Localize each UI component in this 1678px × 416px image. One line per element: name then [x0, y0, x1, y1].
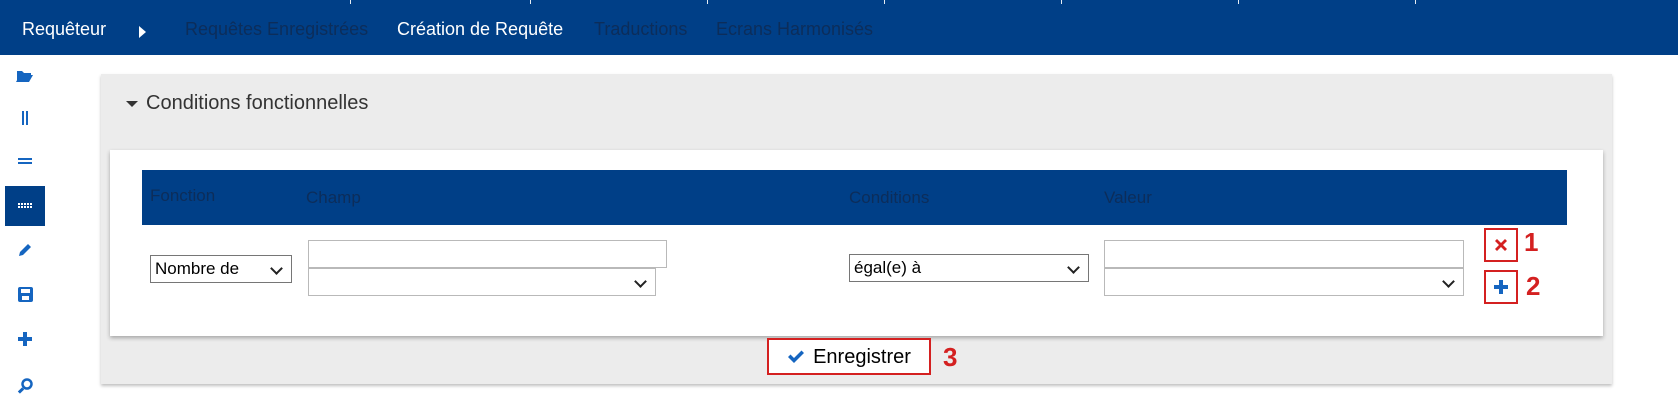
- rows-icon[interactable]: [5, 141, 45, 181]
- valeur-text-input[interactable]: [1104, 240, 1464, 268]
- plus-icon: [1494, 280, 1508, 294]
- save-button-label: Enregistrer: [813, 345, 911, 368]
- app-root: Requêteur Requêtes Enregistrées Création…: [0, 0, 1678, 416]
- plus-icon[interactable]: [5, 319, 45, 359]
- top-nav: Requêteur Requêtes Enregistrées Création…: [0, 0, 1678, 55]
- grid-icon[interactable]: [5, 186, 45, 226]
- header-fonction: Fonction: [150, 186, 216, 205]
- columns-icon[interactable]: [5, 98, 45, 138]
- champ-text-input[interactable]: [308, 240, 667, 268]
- close-icon: [1495, 239, 1507, 251]
- nav-item-harmonized-screens[interactable]: Ecrans Harmonisés: [716, 18, 873, 40]
- nav-brand[interactable]: Requêteur: [22, 18, 106, 40]
- delete-condition-button[interactable]: [1484, 228, 1518, 262]
- caret-down-icon[interactable]: [126, 101, 138, 107]
- header-conditions: Conditions: [849, 188, 930, 207]
- condition-select[interactable]: égal(e) à: [849, 254, 1089, 282]
- folder-open-icon[interactable]: [5, 56, 45, 96]
- nav-item-create-query[interactable]: Création de Requête: [397, 18, 563, 40]
- nav-item-saved-queries[interactable]: Requêtes Enregistrées: [185, 18, 368, 40]
- conditions-table-header: Fonction Champ Conditions Valeur: [142, 170, 1567, 225]
- search-icon[interactable]: [5, 366, 45, 406]
- fonction-select[interactable]: Nombre de: [150, 255, 292, 283]
- valeur-select[interactable]: [1104, 268, 1464, 296]
- nav-item-translations[interactable]: Traductions: [594, 18, 687, 40]
- pencil-icon[interactable]: [5, 230, 45, 270]
- sidebar: [0, 55, 48, 416]
- conditions-card: Fonction Champ Conditions Valeur Nombre …: [110, 150, 1603, 336]
- callout-1: 1: [1524, 227, 1539, 257]
- callout-3: 3: [943, 342, 958, 372]
- header-valeur: Valeur: [1104, 188, 1152, 207]
- champ-select[interactable]: [308, 268, 656, 296]
- panel-header[interactable]: Conditions fonctionnelles: [101, 74, 1612, 150]
- panel-title: Conditions fonctionnelles: [146, 92, 369, 114]
- check-icon: [788, 350, 805, 363]
- save-icon[interactable]: [5, 274, 45, 314]
- save-button[interactable]: Enregistrer: [767, 338, 931, 375]
- callout-2: 2: [1526, 271, 1541, 301]
- header-champ: Champ: [306, 188, 361, 207]
- caret-right-icon: [139, 26, 146, 38]
- add-condition-button[interactable]: [1484, 270, 1518, 304]
